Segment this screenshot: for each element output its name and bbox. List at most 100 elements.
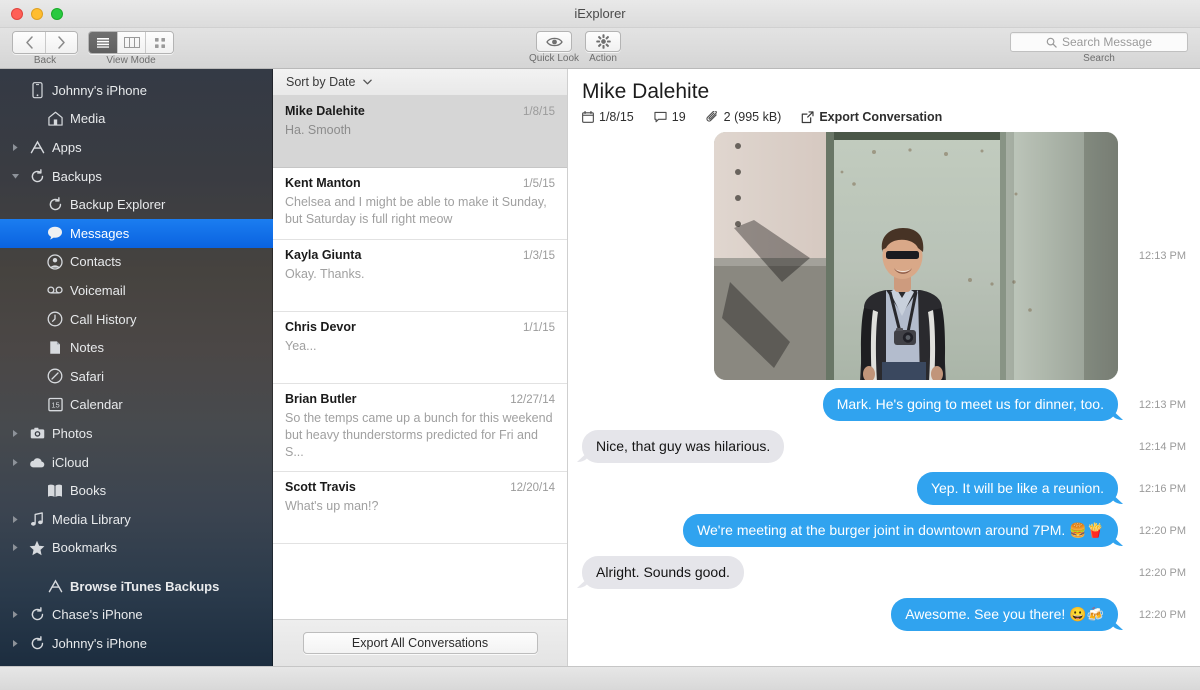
conversation-list-item[interactable]: Brian Butler 12/27/14 So the temps came … [273,384,567,472]
disclosure-collapsed-icon [12,458,19,467]
iphone-icon [32,82,43,99]
sort-bar[interactable]: Sort by Date [273,69,567,96]
chevron-down-icon [363,79,372,85]
camera-icon [30,426,45,441]
conversation-list-item[interactable]: Mike Dalehite 1/8/15 Ha. Smooth [273,96,567,168]
paperclip-icon [706,111,719,124]
calendar-icon: 15 [42,397,68,412]
backup-icon [30,607,45,622]
conversation-preview: Yea... [285,338,555,355]
nav-segmented-control [12,31,78,54]
sidebar-item-icloud[interactable]: iCloud [0,448,273,477]
disclosure-triangle[interactable] [6,173,24,180]
message-bubble-icon [654,111,667,123]
sidebar-item-backup-explorer[interactable]: Backup Explorer [0,190,273,219]
conversation-list-item[interactable]: Kent Manton 1/5/15 Chelsea and I might b… [273,168,567,240]
disclosure-triangle[interactable] [6,429,24,438]
photo-attachment[interactable] [714,132,1118,380]
sidebar-item-chase-s-iphone[interactable]: Chase's iPhone [0,601,273,630]
calendar-icon: 15 [48,397,63,412]
forward-button[interactable] [45,32,77,53]
title-bar: iExplorer [0,0,1200,28]
view-mode-list-button[interactable] [89,32,117,53]
message-bubble-outgoing[interactable]: Mark. He's going to meet us for dinner, … [823,388,1118,421]
message-timestamp: 12:13 PM [1128,399,1186,411]
sidebar-item-call-history[interactable]: Call History [0,305,273,334]
sidebar-item-label: Photos [50,426,92,441]
conversation-list: Mike Dalehite 1/8/15 Ha. Smooth Kent Man… [273,96,567,619]
view-mode-grid-button[interactable] [145,32,173,53]
sidebar-item-media-library[interactable]: Media Library [0,505,273,534]
message-row: Nice, that guy was hilarious. 12:14 PM [582,430,1186,463]
disclosure-triangle[interactable] [6,639,24,648]
quick-look-button[interactable] [536,31,572,52]
message-bubble-outgoing[interactable]: We're meeting at the burger joint in dow… [683,514,1118,547]
sidebar-item-johnny-s-iphone[interactable]: Johnny's iPhone [0,76,273,105]
conversation-name: Scott Travis [285,480,356,494]
message-bubble-outgoing[interactable]: Awesome. See you there! 😀🍻 [891,598,1118,631]
message-row: We're meeting at the burger joint in dow… [582,514,1186,547]
sidebar-item-photos[interactable]: Photos [0,419,273,448]
zoom-button[interactable] [51,8,63,20]
conversation-list-item[interactable]: Kayla Giunta 1/3/15 Okay. Thanks. [273,240,567,312]
disclosure-triangle[interactable] [6,143,24,152]
sidebar-item-label: Bookmarks [50,540,117,555]
message-row: Yep. It will be like a reunion. 12:16 PM [582,472,1186,505]
conversation-name: Kayla Giunta [285,248,361,262]
message-timestamp: 12:16 PM [1128,483,1186,495]
conversation-preview: So the temps came up a bunch for this we… [285,410,555,461]
disclosure-triangle[interactable] [6,458,24,467]
search-field[interactable]: Search Message [1010,32,1188,52]
books-icon [47,483,63,499]
conversation-detail-panel: Mike Dalehite 1/8/15 [568,69,1200,666]
message-bubble-incoming[interactable]: Nice, that guy was hilarious. [582,430,784,463]
action-button[interactable] [585,31,621,52]
sidebar-item-label: Apps [50,140,82,155]
message-row-image: 12:13 PM [582,132,1186,380]
close-button[interactable] [11,8,23,20]
sidebar-item-safari[interactable]: Safari [0,362,273,391]
sidebar-item-contacts[interactable]: Contacts [0,248,273,277]
sidebar-item-label: Johnny's iPhone [50,83,147,98]
home-icon [48,111,63,126]
message-bubble-outgoing[interactable]: Yep. It will be like a reunion. [917,472,1118,505]
conversation-list-item[interactable]: Scott Travis 12/20/14 What's up man!? [273,472,567,544]
sidebar-item-calendar[interactable]: 15Calendar [0,391,273,420]
disclosure-triangle[interactable] [6,610,24,619]
conversation-date: 12/20/14 [510,482,555,494]
search-placeholder: Search Message [1062,35,1152,49]
conversation-list-item[interactable]: Chris Devor 1/1/15 Yea... [273,312,567,384]
sidebar-item-browse-itunes-backups[interactable]: Browse iTunes Backups [0,572,273,601]
sidebar-item-books[interactable]: Books [0,476,273,505]
sort-label: Sort by Date [286,75,355,89]
disclosure-collapsed-icon [12,515,19,524]
message-bubble-incoming[interactable]: Alright. Sounds good. [582,556,744,589]
appstore-icon [24,140,50,155]
sidebar-item-messages[interactable]: Messages [0,219,273,248]
export-conversation-label: Export Conversation [819,110,942,124]
sidebar-item-backups[interactable]: Backups [0,162,273,191]
message-timestamp: 12:20 PM [1128,567,1186,579]
message-photo [714,132,1118,380]
sidebar-item-notes[interactable]: Notes [0,333,273,362]
sidebar-item-label: Contacts [68,254,121,269]
toolbar-left-group: Back [12,28,174,66]
minimize-button[interactable] [31,8,43,20]
sidebar-item-apps[interactable]: Apps [0,133,273,162]
disclosure-triangle[interactable] [6,543,24,552]
export-all-conversations-button[interactable]: Export All Conversations [303,632,538,654]
app-window: iExplorer Back [0,0,1200,690]
appstore-icon [42,579,68,594]
back-button[interactable] [13,32,45,53]
list-footer: Export All Conversations [273,619,567,666]
disclosure-collapsed-icon [12,543,19,552]
sidebar-item-bookmarks[interactable]: Bookmarks [0,534,273,563]
meta-attachments: 2 (995 kB) [706,110,782,124]
export-conversation-button[interactable]: Export Conversation [801,110,942,124]
disclosure-collapsed-icon [12,639,19,648]
view-mode-column-button[interactable] [117,32,145,53]
sidebar-item-johnny-s-iphone[interactable]: Johnny's iPhone [0,629,273,658]
sidebar-item-voicemail[interactable]: Voicemail [0,276,273,305]
disclosure-triangle[interactable] [6,515,24,524]
sidebar-item-media[interactable]: Media [0,105,273,134]
